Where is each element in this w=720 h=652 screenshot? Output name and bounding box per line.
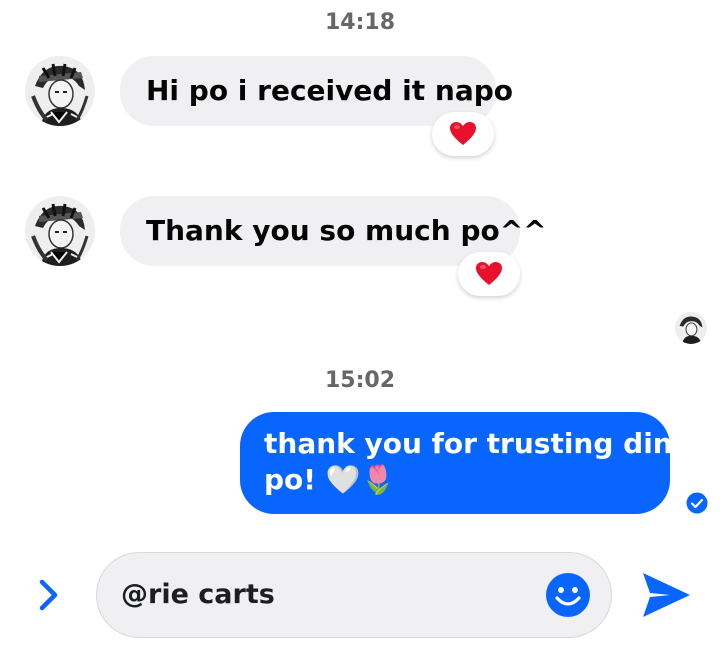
message-input[interactable]: @rie carts [96,552,612,638]
message-bubble[interactable]: Hi po i received it napo [120,56,513,126]
message-bubble[interactable]: Thank you so much po^^ [120,196,547,266]
timestamp: 14:18 [324,10,396,35]
seen-indicator-avatar [675,312,707,344]
message-line: po! 🤍🌷 [264,463,396,496]
delivered-check-icon [686,492,708,514]
sender-avatar[interactable] [25,56,95,126]
heart-icon [450,122,476,145]
heart-icon [476,262,502,285]
message-line: thank you for trusting din [264,427,673,460]
sender-avatar[interactable] [25,196,95,266]
reaction-badge[interactable] [432,112,494,156]
timestamp: 15:02 [324,368,396,393]
smiley-icon[interactable] [546,573,590,617]
chevron-right-icon[interactable] [34,576,62,614]
outgoing-message-bubble[interactable]: thank you for trusting din po! 🤍🌷 [240,412,673,514]
message-input-value[interactable]: @rie carts [121,553,275,637]
send-icon[interactable] [640,570,692,620]
reaction-badge[interactable] [458,252,520,296]
chat-thread: 14:18 Hi po i received it napo Thank you… [0,0,720,652]
